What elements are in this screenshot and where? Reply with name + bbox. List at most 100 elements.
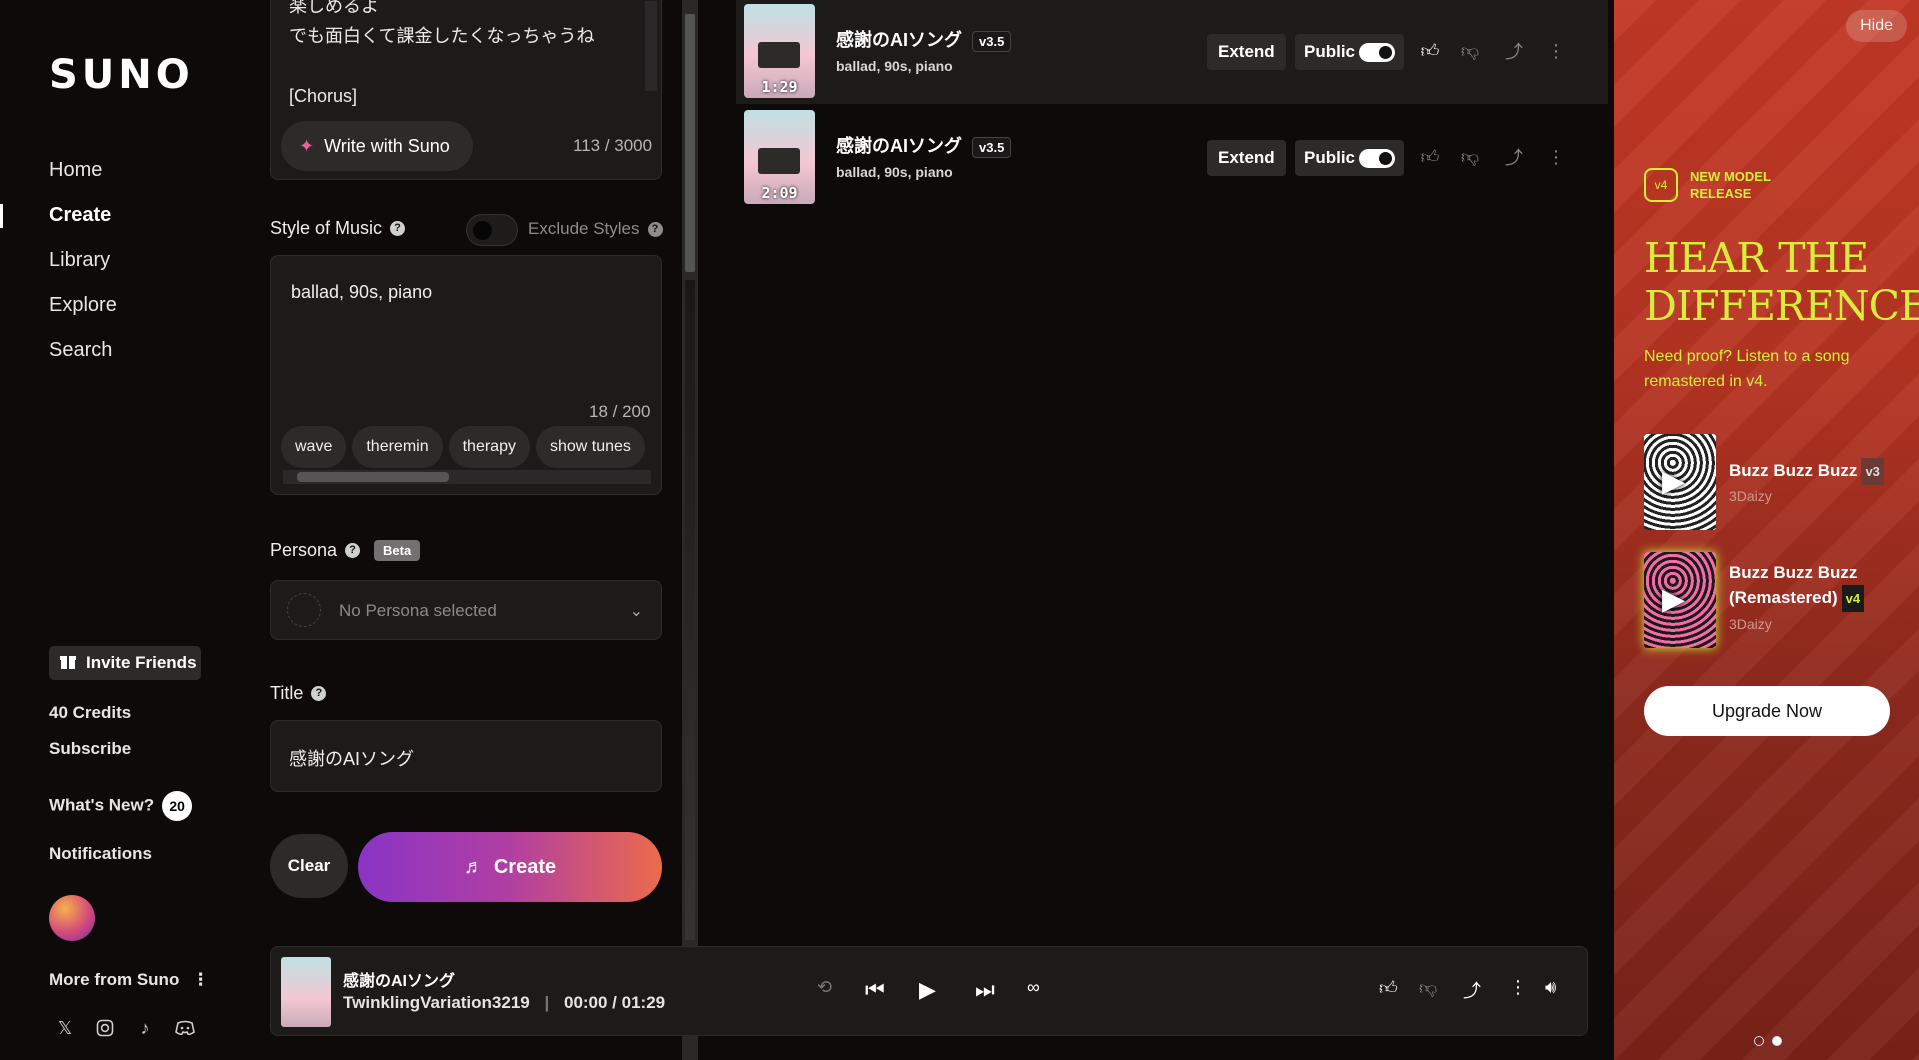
play-icon[interactable]: ▶ — [1662, 582, 1698, 618]
toggle-switch[interactable] — [1359, 149, 1395, 168]
style-chip[interactable]: theremin — [352, 426, 443, 468]
public-toggle[interactable]: Public — [1295, 34, 1404, 70]
share-icon[interactable]: ⤴ — [1502, 144, 1526, 170]
discord-icon[interactable] — [174, 1017, 196, 1039]
chips-scrollbar[interactable] — [283, 470, 651, 484]
title-value: 感謝のAIソング — [289, 749, 415, 769]
nav-library[interactable]: Library — [49, 248, 117, 293]
song-title-text: 感謝のAIソング — [836, 136, 962, 156]
suno-logo[interactable]: SUNO — [49, 52, 194, 98]
song-title[interactable]: 感謝のAIソング v3.5 — [836, 26, 1012, 52]
subscribe-link[interactable]: Subscribe — [49, 739, 131, 759]
help-icon[interactable]: ? — [345, 543, 361, 558]
player-artist[interactable]: TwinklingVariation3219 — [343, 993, 530, 1012]
thumbs-up-icon[interactable]: 👍︎ — [1418, 144, 1442, 170]
upgrade-now-button[interactable]: Upgrade Now — [1644, 686, 1890, 736]
lyrics-textarea[interactable]: 楽しめるよ でも面白くて課金したくなっちゃうね [Chorus] ✦ Write… — [270, 0, 662, 180]
thumbs-up-icon[interactable]: 👍︎ — [1418, 38, 1442, 64]
play-icon[interactable]: ▶ — [919, 977, 936, 1003]
nav-search[interactable]: Search — [49, 338, 117, 383]
write-with-suno-button[interactable]: ✦ Write with Suno — [281, 121, 473, 171]
notifications-link[interactable]: Notifications — [49, 844, 152, 864]
style-chip[interactable]: wave — [281, 426, 347, 468]
scrollbar-thumb[interactable] — [685, 14, 695, 272]
song-duration: 1:29 — [761, 78, 798, 96]
music-note-icon: ♬ — [463, 855, 484, 878]
song-row[interactable]: 1:29 感謝のAIソング v3.5 ballad, 90s, piano Ext… — [736, 0, 1608, 104]
thumbs-down-icon[interactable]: 👎︎ — [1419, 977, 1437, 999]
help-icon[interactable]: ? — [390, 221, 406, 236]
promo-song-title[interactable]: Buzz Buzz Buzz (Remastered) v4 — [1729, 560, 1865, 613]
title-label-text: Title — [270, 683, 304, 703]
lyrics-scrollbar[interactable] — [645, 1, 657, 91]
exclude-styles-label: Exclude Styles ? — [528, 219, 663, 239]
title-input[interactable]: 感謝のAIソング — [270, 720, 662, 792]
share-icon[interactable]: ⤴ — [1502, 38, 1526, 64]
share-icon[interactable]: ⤴ — [1463, 977, 1481, 1003]
player-title[interactable]: 感謝のAIソング — [343, 967, 455, 991]
exclude-styles-toggle[interactable] — [466, 214, 518, 246]
song-list: 1:29 感謝のAIソング v3.5 ballad, 90s, piano Ext… — [704, 0, 1610, 1060]
scrollbar-track — [685, 280, 695, 940]
gift-icon — [59, 652, 77, 675]
help-icon[interactable]: ? — [647, 221, 663, 237]
volume-icon[interactable]: 🔊︎ — [1545, 977, 1556, 998]
song-title-text: 感謝のAIソング — [836, 30, 962, 50]
promo-song-artist[interactable]: 3Daizy — [1729, 616, 1772, 632]
create-label: Create — [493, 855, 557, 878]
extend-button[interactable]: Extend — [1207, 34, 1286, 70]
song-row[interactable]: 2:09 感謝のAIソング v3.5 ballad, 90s, piano Ext… — [736, 106, 1608, 210]
promo-song-artist[interactable]: 3Daizy — [1729, 488, 1772, 504]
repeat-icon[interactable]: ⟲ — [817, 977, 832, 998]
kebab-icon[interactable]: ⋮ — [1544, 38, 1568, 64]
thumbs-down-icon[interactable]: 👎︎ — [1458, 144, 1482, 170]
clear-button[interactable]: Clear — [270, 834, 348, 898]
kebab-icon[interactable]: ⋮ — [1544, 144, 1568, 170]
separator: | — [544, 993, 550, 1012]
carousel-dots — [1754, 1036, 1782, 1046]
nav-home[interactable]: Home — [49, 158, 117, 203]
x-icon[interactable]: 𝕏 — [54, 1017, 76, 1039]
toggle-switch[interactable] — [1359, 43, 1395, 62]
invite-friends-button[interactable]: Invite Friends — [49, 646, 201, 680]
promo-song-title[interactable]: Buzz Buzz Buzz v3 — [1729, 458, 1884, 486]
tiktok-icon[interactable]: ♪ — [134, 1017, 156, 1039]
style-chip[interactable]: therapy — [448, 426, 530, 468]
whats-new-link[interactable]: What's New? 20 — [49, 791, 193, 821]
beta-badge: Beta — [374, 540, 421, 561]
style-chip[interactable]: show tunes — [535, 426, 645, 468]
loop-icon[interactable]: ∞ — [1027, 977, 1040, 998]
promo-subtext: Need proof? Listen to a song remastered … — [1644, 348, 1850, 390]
carousel-dot[interactable] — [1754, 1036, 1764, 1046]
style-label: Style of Music ? — [270, 218, 406, 239]
more-from-suno[interactable]: More from Suno ⋮ — [49, 970, 209, 990]
player-time: 00:00 / 01:29 — [563, 993, 666, 1012]
create-panel-scrollbar[interactable] — [682, 0, 698, 1060]
play-icon[interactable]: ▶ — [1662, 464, 1698, 500]
persona-select[interactable]: No Persona selected ⌄ — [270, 580, 662, 640]
public-toggle[interactable]: Public — [1295, 140, 1404, 176]
extend-button[interactable]: Extend — [1207, 140, 1286, 176]
kebab-icon[interactable]: ⋮ — [1509, 977, 1527, 998]
song-cover[interactable]: 2:09 — [744, 110, 815, 204]
style-of-music-input[interactable]: ballad, 90s, piano 18 / 200 wave theremi… — [270, 255, 662, 495]
song-cover[interactable]: 1:29 — [744, 4, 815, 98]
thumbs-up-icon[interactable]: 👍︎ — [1379, 977, 1398, 999]
chevron-down-icon: ⌄ — [629, 603, 643, 620]
instagram-icon[interactable] — [94, 1017, 116, 1039]
avatar[interactable] — [49, 895, 95, 941]
next-icon[interactable]: ⏭ — [975, 977, 995, 1003]
create-button[interactable]: ♬ Create — [358, 832, 662, 902]
thumbs-down-icon[interactable]: 👎︎ — [1458, 38, 1482, 64]
song-title[interactable]: 感謝のAIソング v3.5 — [836, 132, 1012, 158]
credits-count[interactable]: 40 Credits — [49, 703, 131, 723]
previous-icon[interactable]: ⏮ — [865, 977, 885, 1003]
version-badge: v3.5 — [972, 137, 1012, 158]
nav-explore[interactable]: Explore — [49, 293, 117, 338]
scrollbar-thumb[interactable] — [297, 472, 449, 482]
nav-create[interactable]: Create — [49, 203, 117, 248]
hide-button[interactable]: Hide — [1846, 10, 1907, 42]
player-cover[interactable] — [281, 957, 331, 1027]
carousel-dot[interactable] — [1772, 1036, 1782, 1046]
help-icon[interactable]: ? — [311, 686, 327, 701]
